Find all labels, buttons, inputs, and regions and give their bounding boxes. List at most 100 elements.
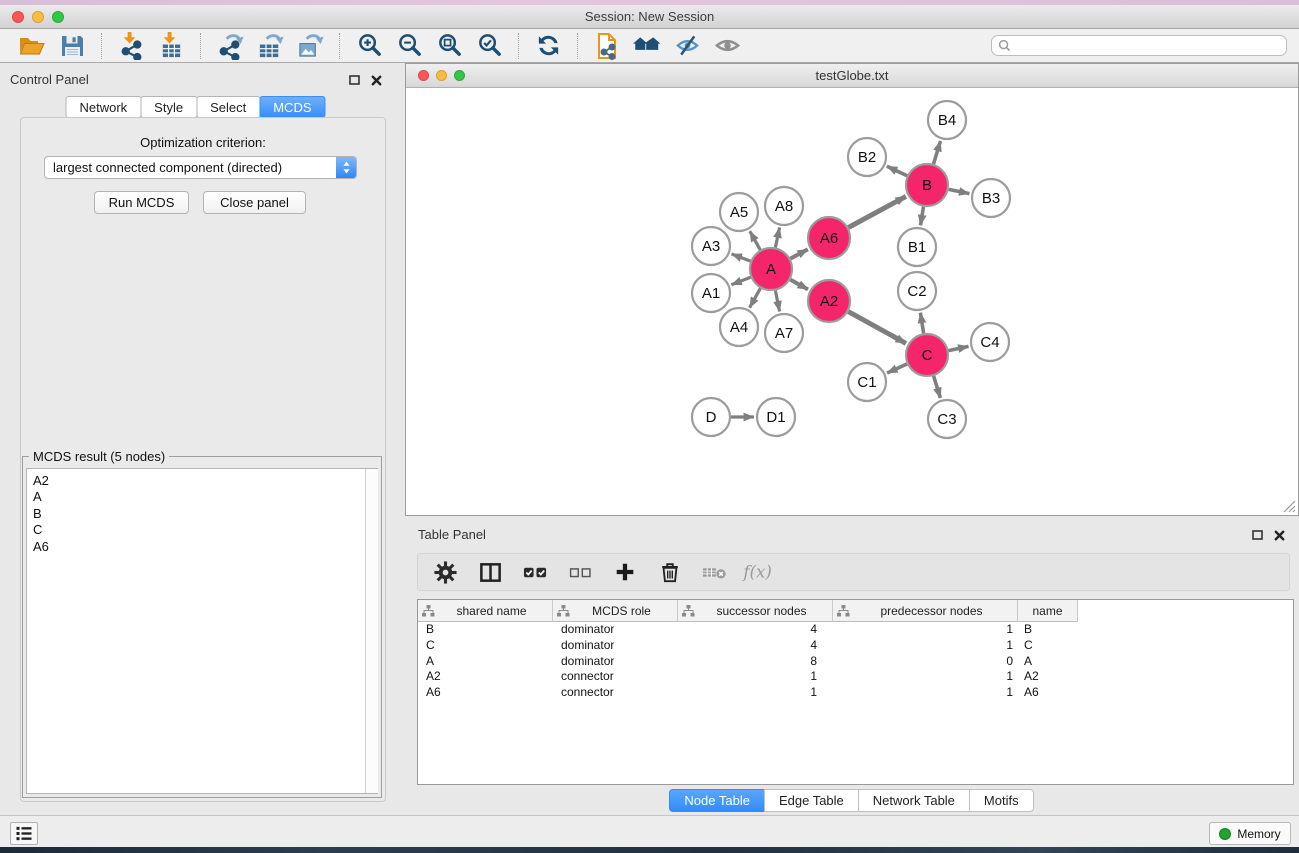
network-edge-A-A5[interactable] [750, 231, 760, 250]
tab-style[interactable]: Style [140, 96, 197, 118]
network-node-C2[interactable]: C2 [898, 272, 936, 310]
home-button[interactable] [629, 31, 665, 61]
mcds-result-item[interactable]: B [33, 506, 377, 522]
column-header[interactable]: MCDS role [553, 600, 678, 622]
float-panel-button[interactable] [347, 73, 362, 87]
search-input[interactable] [1015, 39, 1281, 53]
network-edge-A2-C[interactable] [848, 312, 906, 344]
table-row[interactable]: A2connector11A2 [418, 669, 1293, 685]
network-node-A6[interactable]: A6 [808, 217, 850, 259]
column-header[interactable]: predecessor nodes [833, 600, 1018, 622]
float-table-panel-button[interactable] [1250, 528, 1265, 542]
memory-button[interactable]: Memory [1209, 822, 1291, 845]
mcds-result-item[interactable]: A2 [33, 473, 377, 489]
delete-table-button[interactable] [698, 557, 732, 587]
tab-network-table[interactable]: Network Table [858, 789, 970, 812]
network-edge-A-A3[interactable] [732, 254, 751, 261]
network-node-C1[interactable]: C1 [848, 363, 886, 401]
column-header[interactable]: shared name [418, 600, 553, 622]
gear-button[interactable] [428, 557, 462, 587]
new-network-document-button[interactable] [589, 31, 625, 61]
tab-network[interactable]: Network [65, 96, 141, 118]
network-edge-B-B2[interactable] [887, 166, 907, 175]
task-history-button[interactable] [10, 822, 38, 845]
network-node-C[interactable]: C [906, 334, 948, 376]
network-node-A7[interactable]: A7 [765, 314, 803, 352]
network-node-A1[interactable]: A1 [692, 274, 730, 312]
network-node-B3[interactable]: B3 [972, 179, 1010, 217]
network-edge-A-A4[interactable] [750, 288, 761, 307]
network-edge-C-C2[interactable] [920, 313, 923, 334]
zoom-window-button[interactable] [52, 11, 64, 23]
minimize-view-button[interactable] [436, 70, 447, 81]
network-node-D1[interactable]: D1 [757, 398, 795, 436]
result-scrollbar[interactable] [365, 469, 378, 793]
close-table-panel-button[interactable] [1272, 528, 1287, 542]
resize-grip[interactable] [1282, 499, 1296, 513]
zoom-in-button[interactable] [351, 31, 387, 61]
tab-motifs[interactable]: Motifs [969, 789, 1034, 812]
tab-node-table[interactable]: Node Table [669, 789, 765, 812]
hide-eye-button[interactable] [669, 31, 705, 61]
table-row[interactable]: Bdominator41B [418, 622, 1293, 638]
network-node-A5[interactable]: A5 [720, 193, 758, 231]
tab-select[interactable]: Select [196, 96, 260, 118]
network-node-B1[interactable]: B1 [898, 228, 936, 266]
network-node-A3[interactable]: A3 [692, 227, 730, 265]
table-row[interactable]: Cdominator41C [418, 638, 1293, 654]
network-node-C3[interactable]: C3 [928, 400, 966, 438]
mcds-result-item[interactable]: A6 [33, 539, 377, 555]
network-canvas[interactable]: B4 B2 B B3 A5A8A6 A3 B1 A C2 A1 A2 A4A7 C4 C C1 C3 D D1 [406, 88, 1298, 515]
network-node-A4[interactable]: A4 [720, 308, 758, 346]
minimize-window-button[interactable] [32, 11, 44, 23]
network-edge-A-A7[interactable] [775, 291, 779, 312]
search-box[interactable] [991, 35, 1287, 56]
network-node-A2[interactable]: A2 [808, 280, 850, 322]
import-table-button[interactable] [153, 31, 189, 61]
network-node-A[interactable]: A [750, 248, 792, 290]
import-network-button[interactable] [113, 31, 149, 61]
column-header[interactable]: successor nodes [678, 600, 833, 622]
fx-button[interactable]: f(x) [743, 557, 777, 587]
mcds-result-item[interactable]: C [33, 522, 377, 538]
export-network-button[interactable] [212, 31, 248, 61]
zoom-selected-button[interactable] [471, 31, 507, 61]
table-row[interactable]: Adominator80A [418, 654, 1293, 670]
close-panel-button[interactable] [369, 73, 384, 87]
deselect-all-button[interactable] [563, 557, 597, 587]
export-table-button[interactable] [252, 31, 288, 61]
network-node-D[interactable]: D [692, 398, 730, 436]
network-edge-A-A6[interactable] [790, 249, 807, 258]
close-panel-action-button[interactable]: Close panel [203, 191, 306, 214]
network-edge-A-A8[interactable] [775, 228, 779, 248]
delete-button[interactable] [653, 557, 687, 587]
refresh-button[interactable] [530, 31, 566, 61]
tab-edge-table[interactable]: Edge Table [764, 789, 859, 812]
network-edge-B-B3[interactable] [949, 189, 970, 193]
network-node-A8[interactable]: A8 [765, 187, 803, 225]
zoom-view-button[interactable] [454, 70, 465, 81]
network-edge-B-B1[interactable] [921, 207, 924, 226]
network-edge-A-A2[interactable] [790, 280, 808, 290]
add-button[interactable] [608, 557, 642, 587]
show-eye-button[interactable] [709, 31, 745, 61]
network-node-B[interactable]: B [906, 164, 948, 206]
network-node-B4[interactable]: B4 [928, 101, 966, 139]
save-button[interactable] [54, 31, 90, 61]
close-window-button[interactable] [12, 11, 24, 23]
network-edge-C-C1[interactable] [887, 364, 907, 373]
network-edge-B-B4[interactable] [934, 141, 941, 164]
network-node-C4[interactable]: C4 [971, 323, 1009, 361]
tab-mcds[interactable]: MCDS [259, 96, 325, 118]
zoom-fit-button[interactable] [431, 31, 467, 61]
close-view-button[interactable] [418, 70, 429, 81]
run-mcds-button[interactable]: Run MCDS [94, 191, 189, 214]
export-image-button[interactable] [292, 31, 328, 61]
mcds-result-item[interactable]: A [33, 489, 377, 505]
select-all-button[interactable] [518, 557, 552, 587]
network-node-B2[interactable]: B2 [848, 138, 886, 176]
network-edge-C-C4[interactable] [949, 346, 969, 350]
network-edge-C-C3[interactable] [934, 376, 941, 398]
network-edge-A6-B[interactable] [848, 196, 906, 227]
open-folder-button[interactable] [14, 31, 50, 61]
